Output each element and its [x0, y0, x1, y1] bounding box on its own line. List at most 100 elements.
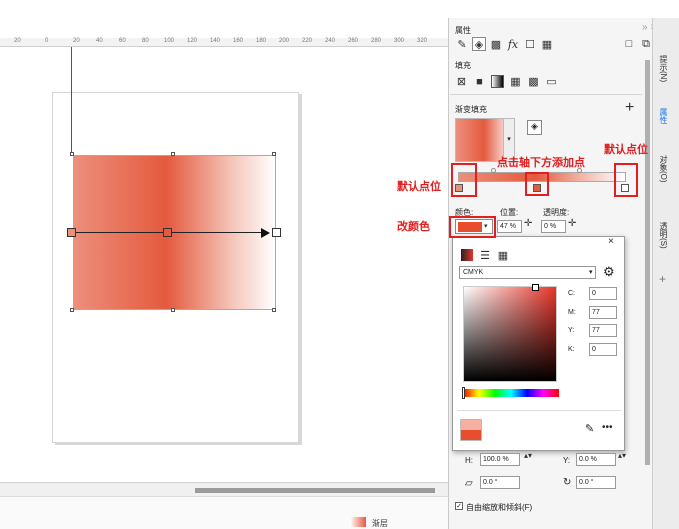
selection-handle[interactable] — [171, 152, 175, 156]
opacity-label: 透明度: — [543, 208, 570, 217]
c-input[interactable]: 0 — [589, 287, 617, 300]
add-fill-button[interactable]: + — [625, 99, 634, 117]
m-input[interactable]: 77 — [589, 306, 617, 319]
skew-input[interactable]: 0.0 ° — [480, 476, 520, 489]
gradient-end-node[interactable] — [272, 228, 281, 237]
horizontal-ruler: 20 0 20 40 60 80 100 120 140 160 180 200… — [0, 38, 448, 47]
ruler-tick: 0 — [45, 38, 49, 44]
annotation-box-color — [449, 216, 496, 238]
outline-pen-icon[interactable]: ✎ — [455, 37, 469, 51]
status-fill-text: 渐层 — [372, 519, 388, 528]
gradient-mid-node[interactable] — [163, 228, 172, 237]
add-tab-icon[interactable]: + — [659, 272, 666, 286]
more-options-button[interactable]: ••• — [602, 422, 613, 433]
gradient-fill-icon[interactable] — [491, 75, 504, 88]
color-palette-icon[interactable]: ▦ — [497, 249, 509, 262]
ruler-tick: 20 — [14, 38, 21, 44]
fill-section-label: 填充 — [455, 61, 471, 70]
opacity-input[interactable]: 0 % — [541, 220, 566, 233]
height-spinner[interactable]: ▴▾ — [524, 451, 532, 460]
transparency-icon[interactable]: ▩ — [489, 37, 503, 51]
chevron-down-icon: ▾ — [589, 269, 593, 276]
selection-handle[interactable] — [272, 308, 276, 312]
frame-icon[interactable]: ☐ — [523, 37, 537, 51]
gradient-fill-label: 渐变填充 — [455, 105, 487, 114]
dock-scrollbar[interactable] — [645, 60, 650, 465]
k-input[interactable]: 0 — [589, 343, 617, 356]
annotation-box-right-stop — [614, 163, 638, 197]
gear-icon[interactable]: ⚙ — [603, 264, 615, 280]
y-label: Y: — [568, 327, 575, 334]
fill-type-icons: ⊠ ■ ▦ ▩ ▭ — [455, 75, 558, 88]
gradient-arrow-icon — [261, 228, 270, 238]
selection-handle[interactable] — [70, 152, 74, 156]
scrollbar-thumb[interactable] — [195, 488, 435, 493]
color-model-select[interactable]: CMYK — [459, 266, 596, 279]
ruler-tick: 240 — [325, 38, 336, 44]
panel-box-icon[interactable]: □ — [622, 37, 636, 51]
tab-transparency[interactable]: 透明(S) — [658, 222, 669, 249]
close-popup-button[interactable]: × — [608, 236, 614, 247]
panel-expand-icon[interactable]: ⧉ — [639, 37, 653, 51]
fill-bucket-icon[interactable]: ◈ — [472, 37, 486, 51]
ruler-tick: 40 — [96, 38, 103, 44]
ruler-tick: 180 — [256, 38, 267, 44]
hue-slider-handle[interactable] — [462, 387, 465, 399]
gradient-start-node[interactable] — [67, 228, 76, 237]
eyedropper-icon[interactable]: ✎ — [585, 422, 594, 435]
color-sliders-icon[interactable]: ☰ — [479, 249, 491, 262]
midpoint-marker[interactable] — [491, 168, 496, 173]
guide-line[interactable] — [71, 47, 72, 155]
y-offset-label: Y: — [563, 456, 571, 465]
no-fill-icon[interactable]: ⊠ — [455, 75, 468, 88]
tab-objects[interactable]: 对象(O) — [658, 155, 669, 183]
selection-handle[interactable] — [171, 308, 175, 312]
position-input[interactable]: 47 % — [497, 220, 522, 233]
pattern-fill-icon[interactable]: ▦ — [509, 75, 522, 88]
tab-hints[interactable]: 提示(N) — [658, 55, 669, 82]
ruler-tick: 280 — [371, 38, 382, 44]
panel-view-buttons: □ ⧉ — [622, 37, 653, 51]
texture-fill-icon[interactable]: ▩ — [527, 75, 540, 88]
color-field-handle[interactable] — [532, 284, 539, 291]
color-mode-icons: ☰ ▦ — [461, 249, 509, 262]
rotate-input[interactable]: 0.0 ° — [576, 476, 616, 489]
position-spinner[interactable]: ✛ — [524, 218, 532, 229]
position-label: 位置: — [500, 208, 519, 217]
k-label: K: — [568, 346, 575, 353]
height-input[interactable]: 100.0 % — [480, 453, 520, 466]
free-scale-label: 自由缩放和倾斜(F) — [466, 503, 533, 512]
opacity-spinner[interactable]: ✛ — [568, 218, 576, 229]
divider — [457, 410, 621, 411]
old-color — [461, 420, 481, 430]
ruler-tick: 200 — [279, 38, 290, 44]
color-compare-swatch — [460, 419, 482, 441]
property-tabs: ✎ ◈ ▩ fx ☐ ▦ — [455, 37, 554, 51]
color-viewer-icon[interactable] — [461, 249, 473, 261]
ruler-tick: 120 — [187, 38, 198, 44]
uniform-fill-icon[interactable]: ■ — [473, 75, 486, 88]
hue-slider[interactable] — [463, 389, 559, 397]
ruler-tick: 300 — [394, 38, 405, 44]
image-icon[interactable]: ▦ — [540, 37, 554, 51]
annotation-default-stop-right: 默认点位 — [604, 144, 648, 156]
ruler-tick: 100 — [164, 38, 175, 44]
ruler-tick: 60 — [119, 38, 126, 44]
selection-handle[interactable] — [70, 308, 74, 312]
y-offset-input[interactable]: 0.0 % — [576, 453, 616, 466]
free-scale-checkbox[interactable]: ✓ — [455, 502, 463, 510]
new-color — [461, 430, 481, 440]
y-input[interactable]: 77 — [589, 324, 617, 337]
panel-title: 属性 — [455, 26, 471, 35]
y-offset-spinner[interactable]: ▴▾ — [618, 451, 626, 460]
skew-icon: ▱ — [465, 478, 473, 489]
ruler-tick: 220 — [302, 38, 313, 44]
swap-colors-button[interactable]: ◈ — [527, 120, 542, 135]
effects-fx-icon[interactable]: fx — [506, 37, 520, 51]
selection-handle[interactable] — [272, 152, 276, 156]
postscript-fill-icon[interactable]: ▭ — [545, 75, 558, 88]
tab-properties[interactable]: 属性 — [658, 108, 669, 124]
annotation-change-color: 改颜色 — [397, 221, 430, 233]
h-label: H: — [465, 456, 473, 465]
color-field[interactable] — [463, 286, 557, 382]
